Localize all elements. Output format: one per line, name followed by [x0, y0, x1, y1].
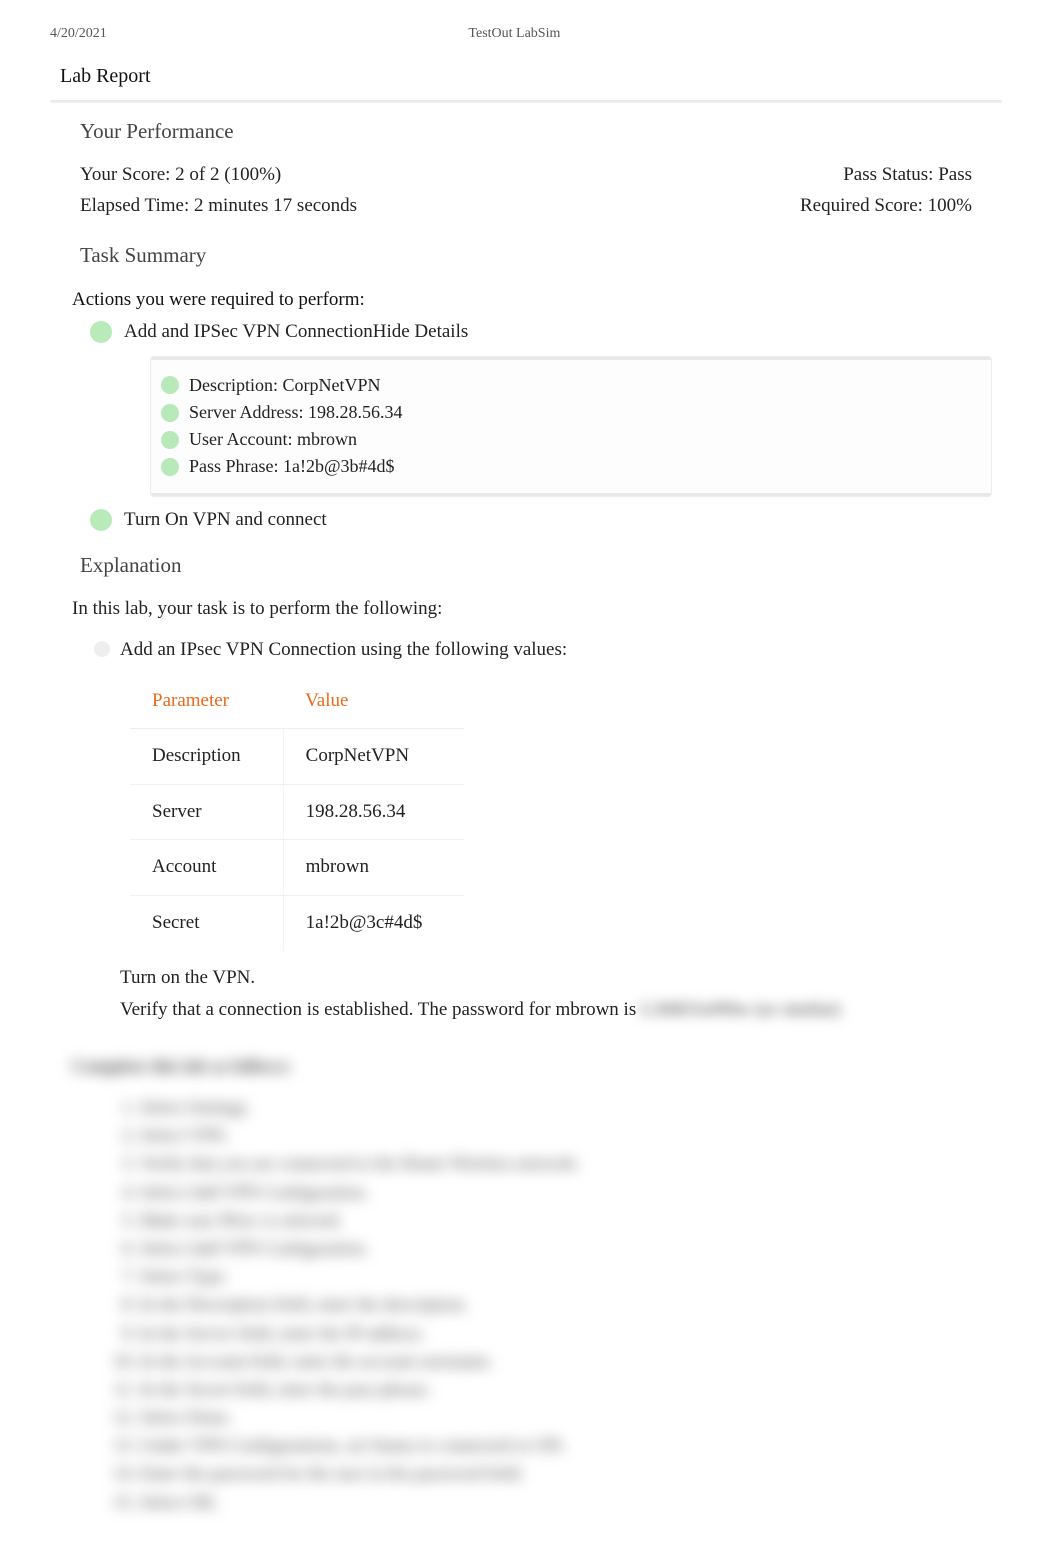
list-item: Select VPN. [140, 1123, 1002, 1148]
detail-row: Server Address: 198.28.56.34 [161, 400, 975, 425]
list-item: Select Add VPN Configuration. [140, 1236, 1002, 1261]
table-row: Secret 1a!2b@3c#4d$ [130, 896, 464, 951]
blurred-password: L3tM31nN0w (or similar) [641, 997, 840, 1024]
check-icon [161, 431, 179, 449]
list-item: Select Settings. [140, 1095, 1002, 1120]
check-icon [161, 458, 179, 476]
followup-line-2: Verify that a connection is established.… [120, 997, 972, 1024]
action-label: Turn On VPN and connect [124, 507, 327, 534]
action-item-1: Add and IPSec VPN Connection Hide Detail… [90, 319, 1002, 346]
cell-value: mbrown [283, 840, 464, 896]
action-label: Add and IPSec VPN Connection [124, 319, 373, 346]
cell-param: Server [130, 784, 283, 840]
table-row: Account mbrown [130, 840, 464, 896]
cell-value: CorpNetVPN [283, 729, 464, 785]
table-header-parameter: Parameter [130, 674, 283, 729]
followup-line-1: Turn on the VPN. [120, 965, 972, 992]
list-item: Select OK. [140, 1490, 1002, 1515]
list-item: Verify that you are connected to the Hom… [140, 1151, 1002, 1176]
list-item: Select Add VPN Configuration. [140, 1180, 1002, 1205]
list-item: In the Server field, enter the IP addres… [140, 1321, 1002, 1346]
performance-block: Your Score: 2 of 2 (100%) Pass Status: P… [80, 162, 972, 219]
detail-account: User Account: mbrown [189, 427, 357, 452]
explanation-text: Add an IPsec VPN Connection using the fo… [120, 637, 567, 664]
task-summary-title: Task Summary [80, 241, 1002, 270]
score-label: Your Score: 2 of 2 (100%) [80, 162, 281, 189]
list-item: Enter the password for the user in the p… [140, 1461, 1002, 1486]
page-meta-header: 4/20/2021 TestOut LabSim [50, 20, 1002, 48]
detail-row: Pass Phrase: 1a!2b@3b#4d$ [161, 454, 975, 479]
check-icon [161, 376, 179, 394]
detail-row: Description: CorpNetVPN [161, 373, 975, 398]
detail-passphrase: Pass Phrase: 1a!2b@3b#4d$ [189, 454, 395, 479]
parameter-table: Parameter Value Description CorpNetVPN S… [130, 674, 464, 951]
detail-row: User Account: mbrown [161, 427, 975, 452]
table-row: Description CorpNetVPN [130, 729, 464, 785]
bullet-icon [94, 641, 110, 657]
hide-details-link[interactable]: Hide Details [373, 319, 469, 346]
cell-param: Description [130, 729, 283, 785]
required-score: Required Score: 100% [800, 193, 972, 220]
app-title: TestOut LabSim [107, 24, 1002, 44]
action-item-2: Turn On VPN and connect [90, 507, 1002, 534]
cell-param: Secret [130, 896, 283, 951]
list-item: Under VPN Configurations, set Status to … [140, 1433, 1002, 1458]
check-icon [161, 404, 179, 422]
detail-server: Server Address: 198.28.56.34 [189, 400, 402, 425]
blurred-heading: Complete this lab as follows: [72, 1054, 1002, 1079]
action-details-box: Description: CorpNetVPN Server Address: … [150, 356, 992, 497]
explanation-title: Explanation [80, 551, 1002, 580]
page-date: 4/20/2021 [50, 24, 107, 44]
blurred-steps-section: Complete this lab as follows: Select Set… [50, 1054, 1002, 1515]
followup-text: Verify that a connection is established.… [120, 999, 636, 1020]
elapsed-time: Elapsed Time: 2 minutes 17 seconds [80, 193, 357, 220]
check-icon [90, 321, 112, 343]
actions-subheading: Actions you were required to perform: [72, 287, 1002, 314]
table-row: Server 198.28.56.34 [130, 784, 464, 840]
list-item: In the Secret field, enter the pass phra… [140, 1377, 1002, 1402]
list-item: Make sure IPsec is selected. [140, 1208, 1002, 1233]
cell-param: Account [130, 840, 283, 896]
detail-description: Description: CorpNetVPN [189, 373, 380, 398]
list-item: Select Done. [140, 1405, 1002, 1430]
list-item: In the Description field, enter the desc… [140, 1292, 1002, 1317]
divider [50, 100, 1002, 103]
check-icon [90, 509, 112, 531]
explanation-item: Add an IPsec VPN Connection using the fo… [94, 637, 972, 664]
report-title: Lab Report [60, 62, 1002, 90]
cell-value: 198.28.56.34 [283, 784, 464, 840]
list-item: Select Type. [140, 1264, 1002, 1289]
cell-value: 1a!2b@3c#4d$ [283, 896, 464, 951]
explanation-intro: In this lab, your task is to perform the… [72, 596, 972, 623]
blurred-steps-list: Select Settings. Select VPN. Verify that… [140, 1095, 1002, 1515]
table-header-value: Value [283, 674, 464, 729]
performance-section-title: Your Performance [80, 117, 1002, 146]
list-item: In the Account field, enter the account … [140, 1349, 1002, 1374]
pass-status: Pass Status: Pass [843, 162, 972, 189]
